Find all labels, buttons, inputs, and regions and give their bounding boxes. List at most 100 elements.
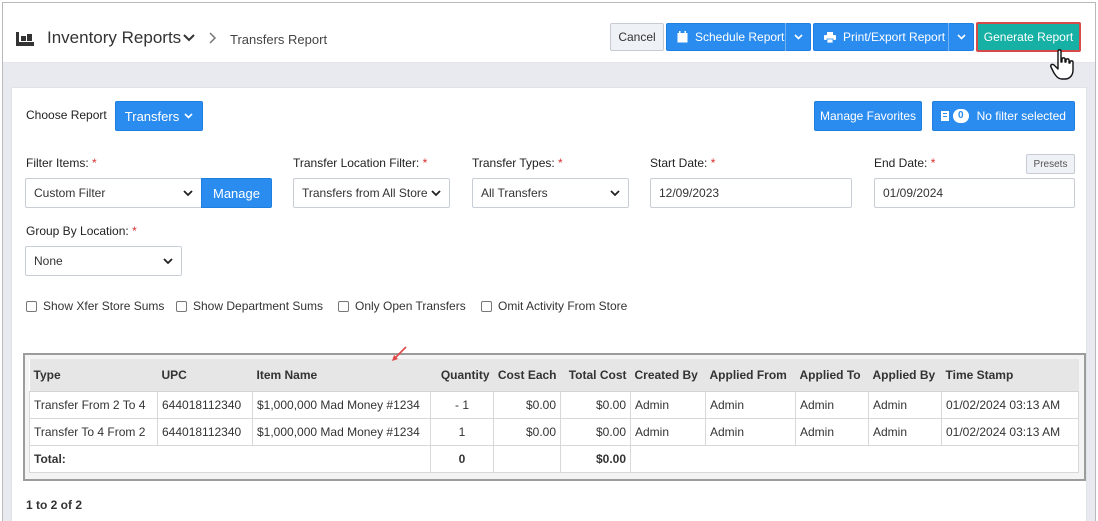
hand-pointer-icon (1050, 49, 1074, 80)
annotation-arrow-icon (392, 346, 407, 361)
pagination-summary: 1 to 2 of 2 (26, 498, 83, 512)
column-header[interactable]: Item Name (252, 359, 431, 392)
cell-cost-each: $0.00 (493, 390, 561, 419)
cell-type: Transfer From 2 To 4 (29, 390, 158, 419)
cell-total-cost: $0.00 (560, 390, 631, 419)
total-quantity: 0 (430, 444, 494, 473)
schedule-report-button[interactable]: Schedule Report (666, 23, 786, 51)
results-table-container: Type UPC Item Name Quantity Cost Each To… (23, 353, 1086, 481)
calendar-icon (677, 31, 688, 43)
report-panel: Choose Report Transfers Manage Favorites… (11, 87, 1087, 521)
column-header[interactable]: Applied By (868, 359, 942, 392)
choose-report-dropdown[interactable]: Transfers (115, 101, 203, 131)
filter-icon (941, 111, 950, 121)
app-title: Inventory Reports (47, 28, 182, 47)
cell-time-stamp: 01/02/2024 03:13 AM (941, 417, 1079, 446)
breadcrumb-current: Transfers Report (230, 32, 328, 47)
chevron-right-icon (209, 32, 217, 44)
start-date-input[interactable]: 12/09/2023 (650, 178, 852, 208)
header-bar: Inventory Reports Transfers Report Cance… (3, 3, 1095, 63)
filter-status-button[interactable]: 0 No filter selected (932, 101, 1075, 131)
cell-total-cost: $0.00 (560, 417, 631, 446)
total-row-spacer (630, 444, 1079, 473)
total-cost: $0.00 (560, 444, 631, 473)
chevron-down-icon (793, 34, 803, 40)
chevron-down-icon (163, 258, 173, 265)
checkbox[interactable] (26, 300, 37, 312)
choose-report-label: Choose Report (26, 108, 107, 122)
schedule-report-dropdown[interactable] (785, 23, 811, 51)
cell-item-name: $1,000,000 Mad Money #1234 (252, 417, 431, 446)
cell-created-by: Admin (630, 390, 706, 419)
column-header[interactable]: Cost Each (493, 359, 561, 392)
location-filter-select[interactable]: Transfers from All Store (293, 178, 450, 208)
column-header[interactable]: Created By (630, 359, 706, 392)
manage-favorites-button[interactable]: Manage Favorites (814, 101, 922, 131)
cell-applied-to: Admin (795, 390, 869, 419)
cell-applied-by: Admin (868, 417, 942, 446)
warehouse-icon (16, 32, 34, 46)
app-frame: Inventory Reports Transfers Report Cance… (2, 2, 1096, 521)
table-total-row: Total: 0 $0.00 (29, 444, 1079, 473)
option-xfer-store-sums[interactable]: Show Xfer Store Sums (26, 299, 164, 313)
column-header[interactable]: UPC (157, 359, 253, 392)
option-omit-activity[interactable]: Omit Activity From Store (481, 299, 627, 313)
cell-cost-each: $0.00 (493, 417, 561, 446)
cell-time-stamp: 01/02/2024 03:13 AM (941, 390, 1079, 419)
cell-quantity: 1 (430, 417, 494, 446)
location-filter-label: Transfer Location Filter: * (293, 156, 428, 170)
cell-upc: 644018112340 (157, 390, 253, 419)
cell-type: Transfer To 4 From 2 (29, 417, 158, 446)
checkbox[interactable] (338, 300, 349, 312)
table-row[interactable]: Transfer To 4 From 2 644018112340 $1,000… (29, 417, 1079, 446)
chevron-down-icon (184, 113, 193, 119)
selected-report: Transfers (124, 108, 180, 124)
cell-upc: 644018112340 (157, 417, 253, 446)
group-by-select[interactable]: None (25, 246, 182, 276)
cancel-button[interactable]: Cancel (610, 23, 664, 51)
column-header[interactable]: Time Stamp (941, 359, 1079, 392)
option-open-transfers[interactable]: Only Open Transfers (338, 299, 466, 313)
column-header[interactable]: Applied From (705, 359, 796, 392)
cell-applied-from: Admin (705, 390, 796, 419)
print-export-label: Print/Export Report (843, 30, 946, 44)
filter-items-select[interactable]: Custom Filter (25, 178, 202, 208)
print-export-dropdown[interactable] (948, 23, 974, 51)
cell-applied-to: Admin (795, 417, 869, 446)
cell-applied-from: Admin (705, 417, 796, 446)
checkbox[interactable] (176, 300, 187, 312)
filter-count-badge: 0 (953, 109, 969, 123)
results-table: Type UPC Item Name Quantity Cost Each To… (29, 359, 1079, 473)
transfer-types-select[interactable]: All Transfers (472, 178, 629, 208)
filter-status-label: No filter selected (976, 109, 1066, 123)
manage-filter-button[interactable]: Manage (201, 178, 272, 208)
table-row[interactable]: Transfer From 2 To 4 644018112340 $1,000… (29, 390, 1079, 419)
group-by-label: Group By Location: * (26, 224, 137, 238)
cell-applied-by: Admin (868, 390, 942, 419)
cell-item-name: $1,000,000 Mad Money #1234 (252, 390, 431, 419)
column-header[interactable]: Type (29, 359, 158, 392)
end-date-label: End Date: * (874, 156, 936, 170)
column-header[interactable]: Total Cost (560, 359, 631, 392)
schedule-report-label: Schedule Report (695, 30, 785, 44)
presets-button[interactable]: Presets (1026, 154, 1075, 174)
print-export-button[interactable]: Print/Export Report (813, 23, 949, 51)
chevron-down-icon (956, 34, 966, 40)
filter-items-label: Filter Items: * (26, 156, 97, 170)
chevron-down-icon (183, 190, 193, 197)
transfer-types-label: Transfer Types: * (472, 156, 563, 170)
chevron-down-icon (431, 190, 441, 197)
generate-report-button[interactable]: Generate Report (976, 22, 1081, 52)
chevron-down-icon (610, 190, 620, 197)
option-department-sums[interactable]: Show Department Sums (176, 299, 323, 313)
table-header-row: Type UPC Item Name Quantity Cost Each To… (29, 359, 1079, 392)
cell-created-by: Admin (630, 417, 706, 446)
chevron-down-icon[interactable] (183, 34, 195, 42)
printer-icon (824, 31, 836, 43)
column-header[interactable]: Quantity (430, 359, 494, 392)
start-date-label: Start Date: * (650, 156, 716, 170)
total-cost-each-empty (493, 444, 561, 473)
end-date-input[interactable]: 01/09/2024 (874, 178, 1075, 208)
column-header[interactable]: Applied To (795, 359, 869, 392)
checkbox[interactable] (481, 300, 492, 312)
